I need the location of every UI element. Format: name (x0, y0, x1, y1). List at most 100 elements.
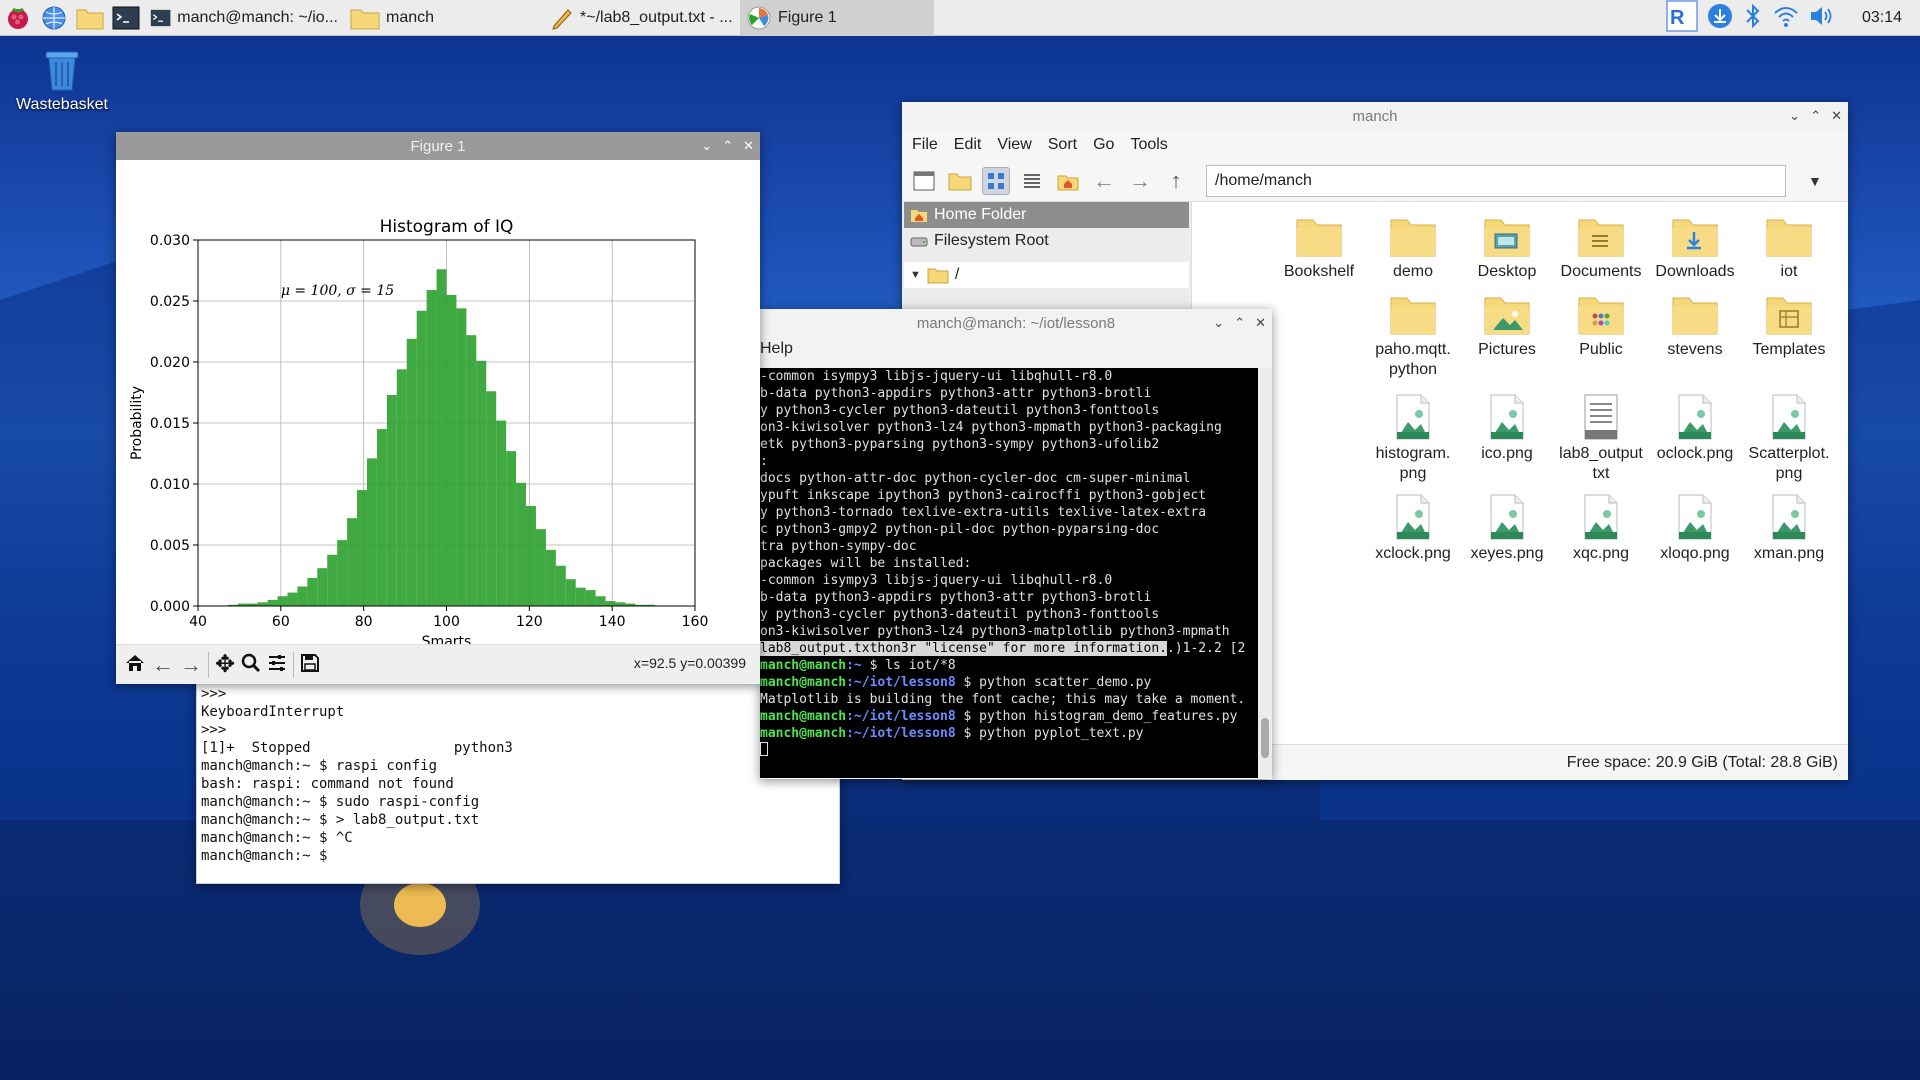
minimize-icon[interactable]: ⌄ (1789, 108, 1800, 124)
histogram-bar (347, 518, 358, 606)
back-view-icon[interactable]: ← (152, 652, 174, 678)
plot-area[interactable]: 40 60 80 100 120 140 160 0.000 0.005 0.010 0.015 0.… (116, 160, 760, 650)
terminal-line: on3-kiwisolver python3-lz4 python3-mpmat… (760, 420, 1222, 435)
volume-icon[interactable] (1808, 3, 1836, 33)
zoom-icon[interactable] (241, 653, 261, 677)
file-item[interactable]: xloqo.png (1648, 494, 1742, 564)
menu-sort[interactable]: Sort (1048, 136, 1077, 154)
file-item[interactable]: ico.png (1460, 394, 1554, 464)
file-item[interactable]: xman.png (1742, 494, 1836, 564)
wifi-icon[interactable] (1772, 3, 1800, 33)
folder-icon (1742, 216, 1836, 258)
minimize-icon[interactable]: ⌄ (1213, 315, 1224, 331)
close-icon[interactable]: ✕ (1831, 108, 1842, 124)
menu-tools[interactable]: Tools (1130, 136, 1167, 154)
figure-titlebar[interactable]: Figure 1 ⌄ ⌃ ✕ (116, 132, 760, 160)
web-browser-icon[interactable] (36, 0, 72, 36)
path-input[interactable]: /home/manch (1206, 164, 1786, 197)
menu-view[interactable]: View (997, 136, 1031, 154)
sidebar-item-filesystem-root[interactable]: Filesystem Root (904, 228, 1189, 254)
menu-help[interactable]: Help (760, 340, 793, 358)
file-item[interactable]: Pictures (1460, 294, 1554, 360)
maximize-icon[interactable]: ⌃ (1234, 315, 1245, 331)
list-view-button[interactable] (1018, 167, 1046, 195)
bluetooth-icon[interactable] (1742, 2, 1764, 34)
terminal-line: c python3-gmpy2 python-pil-doc python-py… (760, 522, 1160, 537)
figure-window[interactable]: Figure 1 ⌄ ⌃ ✕ 40 60 80 100 120 140 160 0.000 0.… (116, 132, 760, 684)
file-manager-menubar: File Edit View Sort Go Tools (902, 130, 1848, 160)
configure-subplots-icon[interactable] (267, 653, 287, 677)
y-tick-label: 0.025 (150, 294, 190, 310)
terminal-window-lesson8[interactable]: manch@manch: ~/iot/lesson8 ⌄ ⌃ ✕ Help -c… (760, 309, 1272, 779)
task-figure[interactable]: Figure 1 (740, 0, 934, 36)
menu-edit[interactable]: Edit (954, 136, 982, 154)
home-button[interactable] (1054, 167, 1082, 195)
file-item[interactable]: Downloads (1648, 216, 1742, 282)
image-file-icon (1366, 394, 1460, 440)
updater-icon[interactable] (1706, 2, 1734, 34)
terminal-lesson8-titlebar[interactable]: manch@manch: ~/iot/lesson8 ⌄ ⌃ ✕ (760, 309, 1272, 337)
file-item[interactable]: xeyes.png (1460, 494, 1554, 564)
file-item[interactable]: paho.mqtt. python (1366, 294, 1460, 380)
sidebar-item-home-folder[interactable]: Home Folder (904, 202, 1189, 228)
home-view-icon[interactable] (124, 653, 146, 677)
maximize-icon[interactable]: ⌃ (722, 138, 733, 154)
file-item-label: Pictures (1478, 341, 1536, 358)
menu-file[interactable]: File (912, 136, 938, 154)
pan-icon[interactable]: ✥ (215, 650, 235, 679)
terminal-line: manch@manch:~ $ (201, 848, 328, 864)
close-icon[interactable]: ✕ (743, 138, 754, 154)
menu-go[interactable]: Go (1093, 136, 1114, 154)
file-item-label: Downloads (1655, 263, 1735, 280)
terminal-launcher-icon[interactable] (108, 0, 144, 36)
folder-icon (1554, 294, 1648, 336)
terminal-screen[interactable]: -common isympy3 libjs-jquery-ui libqhull… (760, 368, 1258, 778)
file-item[interactable]: lab8_output txt (1554, 394, 1648, 484)
file-item[interactable]: Documents (1554, 216, 1648, 282)
task-terminal-label: manch@manch: ~/io... (177, 8, 338, 26)
file-item[interactable]: demo (1366, 216, 1460, 282)
maximize-icon[interactable]: ⌃ (1810, 108, 1821, 124)
file-manager-titlebar[interactable]: manch ⌄ ⌃ ✕ (902, 102, 1848, 130)
file-item[interactable]: Desktop (1460, 216, 1554, 282)
file-item[interactable]: iot (1742, 216, 1836, 282)
new-window-button[interactable] (910, 167, 938, 195)
path-history-chevron-icon[interactable]: ▼ (1808, 173, 1822, 189)
task-file-manager[interactable]: manch (344, 0, 544, 36)
file-item[interactable]: Bookshelf (1272, 216, 1366, 282)
terminal-scrollbar[interactable] (1258, 368, 1272, 778)
clock[interactable]: 03:14 (1862, 9, 1902, 27)
task-terminal[interactable]: manch@manch: ~/io... (144, 0, 344, 36)
new-folder-button[interactable] (946, 167, 974, 195)
file-item[interactable]: histogram. png (1366, 394, 1460, 484)
up-button[interactable]: ↑ (1162, 167, 1190, 195)
vnc-icon[interactable]: R (1666, 0, 1698, 36)
forward-view-icon[interactable]: → (180, 652, 202, 678)
file-item[interactable]: Scatterplot. png (1742, 394, 1836, 484)
forward-button[interactable]: → (1126, 167, 1154, 195)
task-text-editor[interactable]: *~/lab8_output.txt - ... (544, 0, 740, 36)
tree-item-root[interactable]: ▼ / (904, 262, 1189, 288)
icon-view-button[interactable] (982, 166, 1010, 195)
file-item[interactable]: Templates (1742, 294, 1836, 360)
file-item[interactable]: xclock.png (1366, 494, 1460, 564)
taskbar: manch@manch: ~/io... manch *~/lab8_outpu… (0, 0, 1920, 36)
file-item[interactable]: oclock.png (1648, 394, 1742, 464)
minimize-icon[interactable]: ⌄ (701, 138, 712, 154)
back-button[interactable]: ← (1090, 167, 1118, 195)
file-item-label: Scatterplot. png (1748, 445, 1830, 482)
raspberry-menu-icon[interactable] (0, 0, 36, 36)
file-item[interactable]: stevens (1648, 294, 1742, 360)
file-item-label: xloqo.png (1660, 545, 1730, 562)
terminal-line: : (760, 454, 768, 469)
scrollbar-thumb[interactable] (1261, 718, 1269, 758)
file-manager-launcher-icon[interactable] (72, 0, 108, 36)
tree-expand-icon[interactable]: ▼ (910, 269, 921, 281)
new-window-icon (913, 171, 935, 190)
file-item[interactable]: xqc.png (1554, 494, 1648, 564)
file-item[interactable]: Public (1554, 294, 1648, 360)
tree-item-label: / (954, 266, 960, 283)
close-icon[interactable]: ✕ (1255, 315, 1266, 331)
wastebasket[interactable]: Wastebasket (12, 44, 112, 114)
save-figure-icon[interactable] (300, 653, 320, 677)
